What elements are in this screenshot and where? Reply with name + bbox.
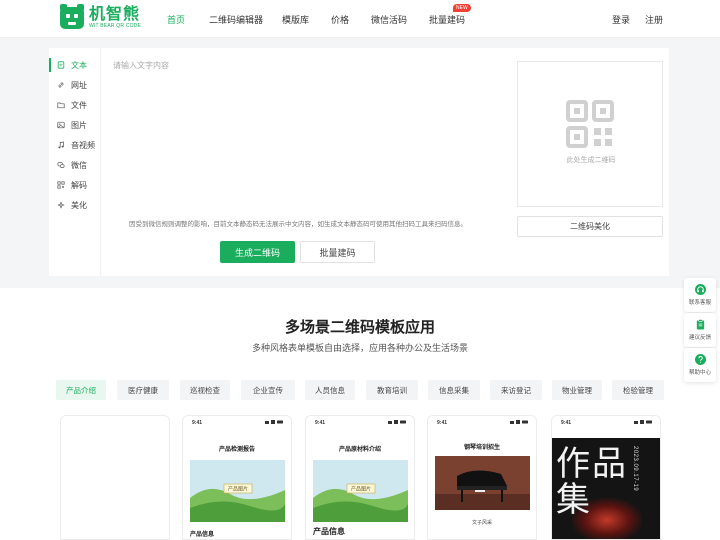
sidebar-item-label: 美化 [71, 200, 87, 210]
nav-qr-editor[interactable]: 二维码编辑器 [209, 13, 263, 26]
sidebar-item-audio-video[interactable]: 音视频 [49, 138, 101, 152]
status-bar-icons [265, 420, 283, 424]
brand-name: 机智熊 [89, 6, 141, 23]
image-label: 产品图片 [351, 486, 371, 493]
qr-preview-area: 此处生成二维码 [517, 61, 663, 207]
card-title: 产品检测报告 [218, 447, 255, 453]
card-caption: 产品信息 [190, 532, 215, 538]
help-center-label: 帮助中心 [688, 370, 711, 376]
sidebar-item-decode[interactable]: 解码 [49, 178, 101, 192]
sidebar-item-text[interactable]: 文本 [49, 58, 101, 72]
category-tab-info-collection[interactable]: 信息采集 [428, 380, 480, 400]
login-link[interactable]: 登录 [612, 13, 630, 26]
image-label: 产品图片 [228, 486, 248, 493]
wechat-icon [57, 161, 65, 169]
nav-pricing[interactable]: 价格 [331, 13, 349, 26]
headset-icon [694, 284, 706, 295]
nav-batch-create[interactable]: 批量建码 [429, 13, 465, 26]
top-nav: 机智熊 WIT BEAR QR CODE 首页 二维码编辑器 模版库 价格 微信… [0, 0, 720, 38]
sparkle-icon [57, 201, 65, 209]
category-tab-education[interactable]: 教育培训 [366, 380, 418, 400]
status-time: 9:41 [437, 420, 448, 426]
qr-preview-hint: 此处生成二维码 [566, 157, 616, 164]
landscape-image: 产品图片 [190, 460, 285, 522]
status-time: 9:41 [315, 420, 326, 426]
template-section-subtitle: 多种风格表单模板自由选择，应用各种办公及生活场景 [251, 343, 468, 353]
wechat-notice: 因受到微信规则调整的影响，目前文本静态码无法展示中文内容，如生成文本静态码可使用… [129, 221, 467, 228]
question-icon [694, 354, 706, 365]
sidebar-item-label: 音视频 [71, 140, 95, 150]
text-content-input[interactable]: 请输入文字内容 [113, 60, 169, 71]
qr-placeholder-icon [566, 100, 614, 148]
help-center-button[interactable]: 帮助中心 [684, 348, 716, 382]
category-tab-inspection[interactable]: 巡视检查 [180, 380, 230, 400]
template-card[interactable] [60, 415, 170, 540]
qr-beautify-button[interactable]: 二维码美化 [517, 216, 663, 237]
category-tab-visitor[interactable]: 来访登记 [490, 380, 542, 400]
clipboard-icon [696, 319, 704, 330]
new-badge: NEW [453, 4, 471, 12]
qr-generator-panel: 文本 网址 文件 图片 音视频 微信 解码 美化 请输入文字内容 因受到微信规则… [49, 48, 669, 276]
category-tab-medical[interactable]: 医疗健康 [117, 380, 169, 400]
music-note-icon [58, 141, 64, 149]
image-icon [57, 121, 65, 129]
card-title: 钢琴培训招生 [463, 445, 500, 451]
card-title: 产品原材料介绍 [338, 447, 381, 453]
template-card[interactable]: 9:41 钢琴培训招生 文子风采 [427, 415, 537, 540]
category-tab-property[interactable]: 物业管理 [552, 380, 602, 400]
category-tab-personnel[interactable]: 人员信息 [305, 380, 355, 400]
nav-home[interactable]: 首页 [167, 13, 185, 26]
text-doc-icon [57, 61, 65, 69]
status-time: 9:41 [192, 420, 203, 426]
sidebar-item-label: 图片 [71, 120, 87, 130]
brand-subtitle: WIT BEAR QR CODE [89, 23, 142, 29]
template-section: 多场景二维码模板应用 多种风格表单模板自由选择，应用各种办公及生活场景 产品介绍… [0, 288, 720, 540]
nav-wechat-live-code[interactable]: 微信活码 [371, 13, 407, 26]
category-tab-testing[interactable]: 检验管理 [612, 380, 664, 400]
folder-icon [57, 102, 65, 109]
sidebar-item-label: 文本 [71, 60, 87, 70]
feedback-label: 建议反馈 [688, 335, 711, 341]
sidebar-item-url[interactable]: 网址 [49, 78, 101, 92]
template-card[interactable]: 9:41 作品集 2023.09.17-19 [551, 415, 661, 540]
contact-service-button[interactable]: 联系客服 [684, 278, 716, 312]
sidebar-item-image[interactable]: 图片 [49, 118, 101, 132]
sidebar-item-label: 微信 [71, 160, 87, 170]
link-icon [58, 82, 64, 88]
portfolio-poster: 作品集 2023.09.17-19 [552, 438, 660, 539]
nav-template-library[interactable]: 模版库 [282, 13, 309, 26]
card-subtitle: 文子风采 [471, 520, 492, 526]
template-section-title: 多场景二维码模板应用 [284, 319, 435, 336]
category-tab-product-intro[interactable]: 产品介绍 [56, 380, 106, 400]
sidebar-item-label: 解码 [71, 180, 87, 190]
bear-logo-icon [60, 4, 84, 29]
status-bar-icons [388, 420, 406, 424]
type-sidebar: 文本 网址 文件 图片 音视频 微信 解码 美化 [49, 48, 101, 276]
card-caption: 产品信息 [313, 527, 345, 536]
scan-icon [57, 181, 65, 189]
contact-service-label: 联系客服 [688, 300, 711, 306]
sidebar-item-file[interactable]: 文件 [49, 98, 101, 112]
sidebar-item-beautify[interactable]: 美化 [49, 198, 101, 212]
category-tab-corporate[interactable]: 企业宣传 [241, 380, 295, 400]
status-time: 9:41 [561, 420, 572, 426]
sidebar-item-label: 文件 [71, 100, 87, 110]
template-card[interactable]: 9:41 产品原材料介绍 产品图片 产品信息 [305, 415, 415, 540]
sidebar-item-label: 网址 [71, 80, 87, 90]
feedback-button[interactable]: 建议反馈 [684, 313, 716, 347]
status-bar-icons [510, 420, 528, 424]
status-bar-icons [634, 420, 652, 424]
template-card[interactable]: 9:41 产品检测报告 产品图片 产品信息 [182, 415, 292, 540]
piano-image [435, 456, 530, 510]
register-link[interactable]: 注册 [645, 13, 663, 26]
batch-create-button[interactable]: 批量建码 [300, 241, 375, 263]
generate-qr-button[interactable]: 生成二维码 [220, 241, 295, 263]
brand-logo[interactable]: 机智熊 WIT BEAR QR CODE [60, 4, 142, 29]
sidebar-item-wechat[interactable]: 微信 [49, 158, 101, 172]
poster-date: 2023.09.17-19 [632, 446, 638, 492]
landscape-image: 产品图片 [313, 460, 408, 522]
poster-title: 作品集 [556, 444, 628, 520]
